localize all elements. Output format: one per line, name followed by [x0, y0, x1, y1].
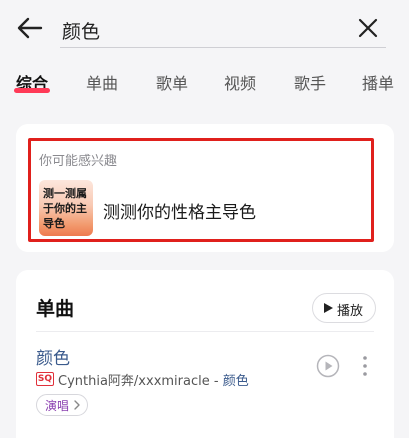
song-tag-label: 演唱 [45, 399, 70, 413]
recommend-title[interactable]: 测测你的性格主导色 [103, 198, 256, 223]
back-arrow-icon[interactable] [16, 14, 44, 42]
tab-playlists[interactable]: 歌单 [156, 70, 188, 94]
play-icon [324, 303, 333, 313]
search-query[interactable]: 颜色 [62, 17, 100, 44]
section-title: 单曲 [36, 298, 75, 320]
tab-artists[interactable]: 歌手 [294, 70, 326, 94]
play-all-button[interactable]: 播放 [312, 293, 376, 323]
song-title[interactable]: 颜色 [36, 344, 70, 369]
recommend-highlight-box[interactable]: 你可能感兴趣 测一测属于你的主导色 测测你的性格主导色 [28, 138, 374, 242]
recommend-thumbnail[interactable]: 测一测属于你的主导色 [39, 180, 93, 236]
chevron-right-icon [74, 400, 80, 410]
songs-section-card: 单曲 播放 颜色 SQ Cynthia阿奔/xxxmiracle - 颜色 演唱 [16, 270, 394, 438]
clear-icon[interactable] [356, 16, 380, 40]
search-tabs: 综合 单曲 歌单 视频 歌手 播单 [0, 62, 409, 100]
divider [36, 331, 374, 332]
recommend-thumbnail-text: 测一测属于你的主导色 [43, 187, 87, 230]
song-tag-chip[interactable]: 演唱 [36, 394, 89, 416]
play-all-label: 播放 [337, 304, 364, 319]
search-input[interactable]: 颜色 [60, 10, 386, 48]
play-circle-icon[interactable] [316, 354, 340, 378]
recommend-card: 你可能感兴趣 测一测属于你的主导色 测测你的性格主导色 [16, 124, 394, 252]
tab-podcasts[interactable]: 播单 [362, 70, 394, 94]
more-vertical-icon[interactable] [360, 354, 370, 378]
recommend-heading: 你可能感兴趣 [39, 154, 118, 169]
song-album[interactable]: 颜色 [223, 374, 249, 389]
sq-quality-badge: SQ [36, 372, 54, 386]
tab-songs[interactable]: 单曲 [86, 70, 118, 94]
tab-videos[interactable]: 视频 [224, 70, 256, 94]
song-artists: Cynthia阿奔/xxxmiracle - [58, 374, 223, 389]
active-tab-indicator [14, 88, 50, 93]
search-header: 颜色 [0, 0, 409, 56]
song-meta: Cynthia阿奔/xxxmiracle - 颜色 [58, 370, 249, 389]
